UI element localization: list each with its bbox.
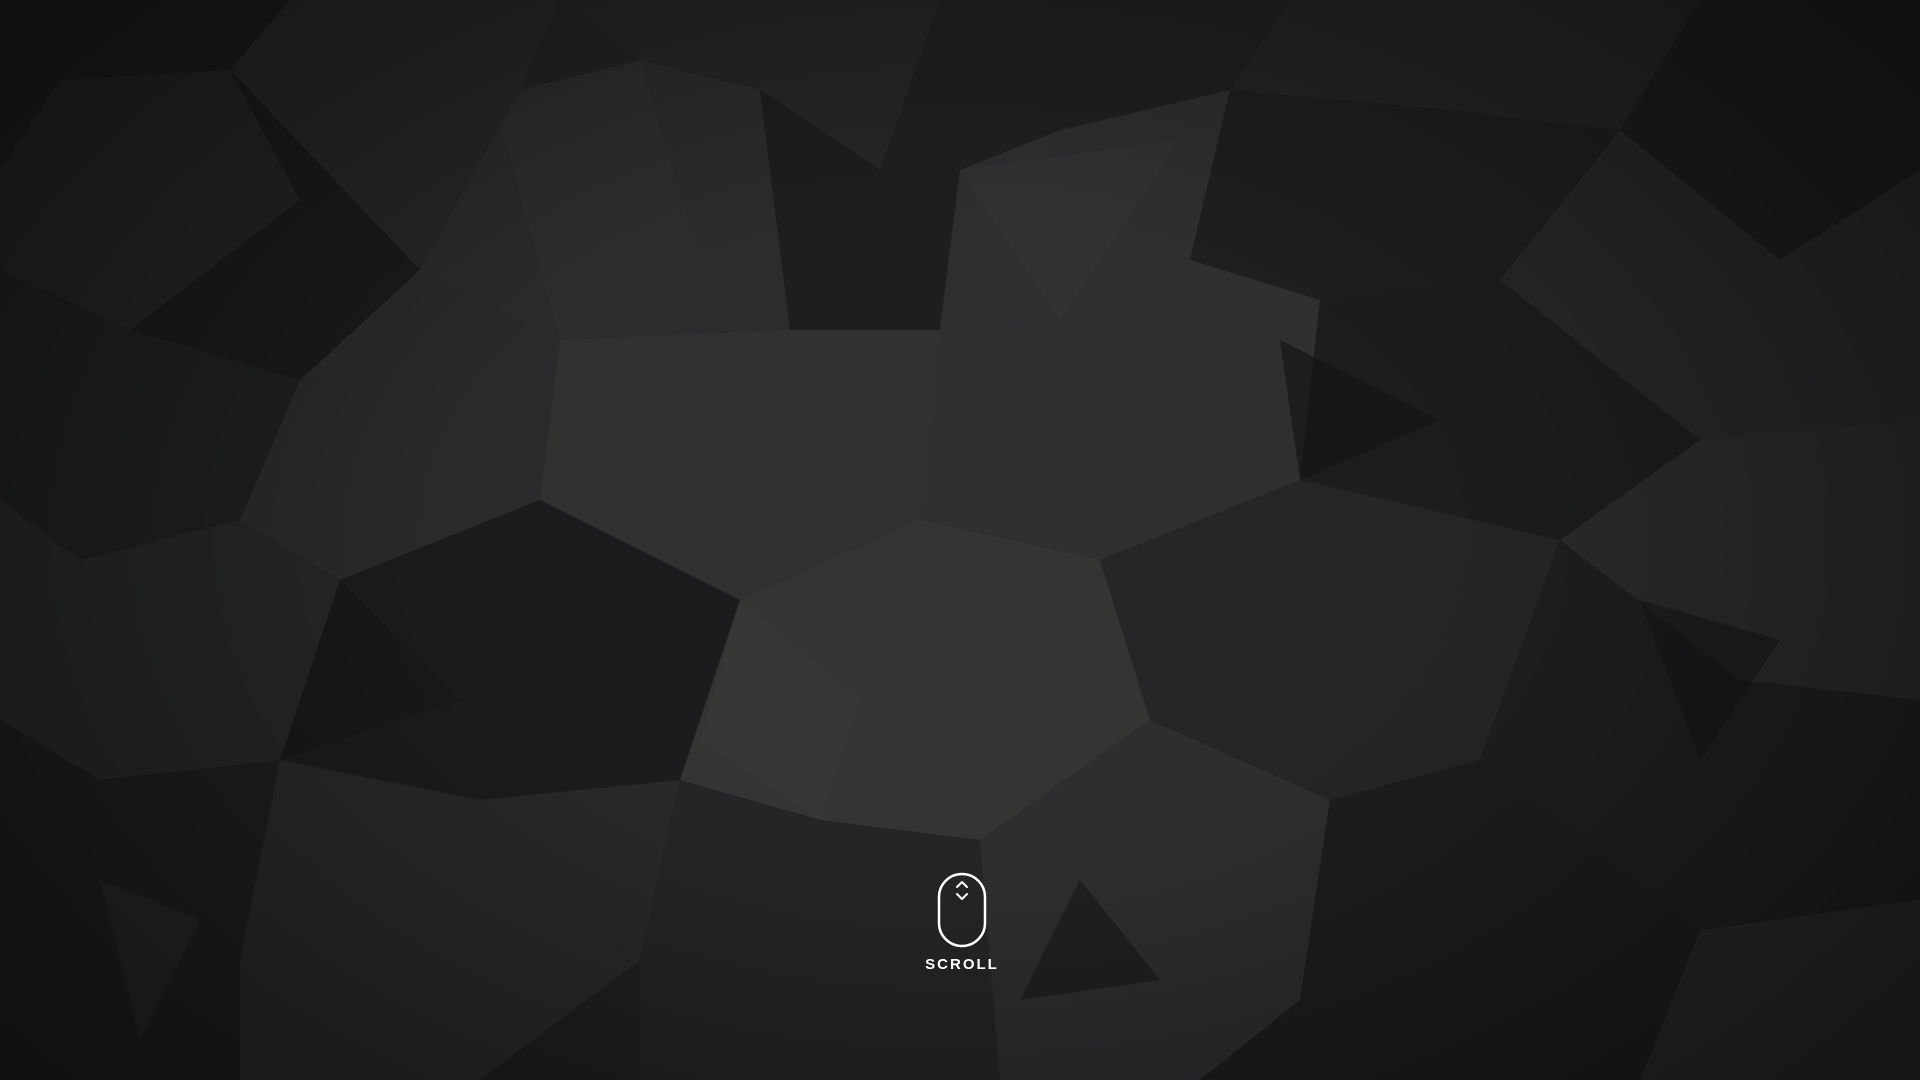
mouse-scroll-icon [937,872,987,948]
scroll-hint[interactable]: SCROLL [910,872,1014,978]
scroll-label: SCROLL [925,956,999,973]
hero-background: SCROLL [0,0,1920,1080]
